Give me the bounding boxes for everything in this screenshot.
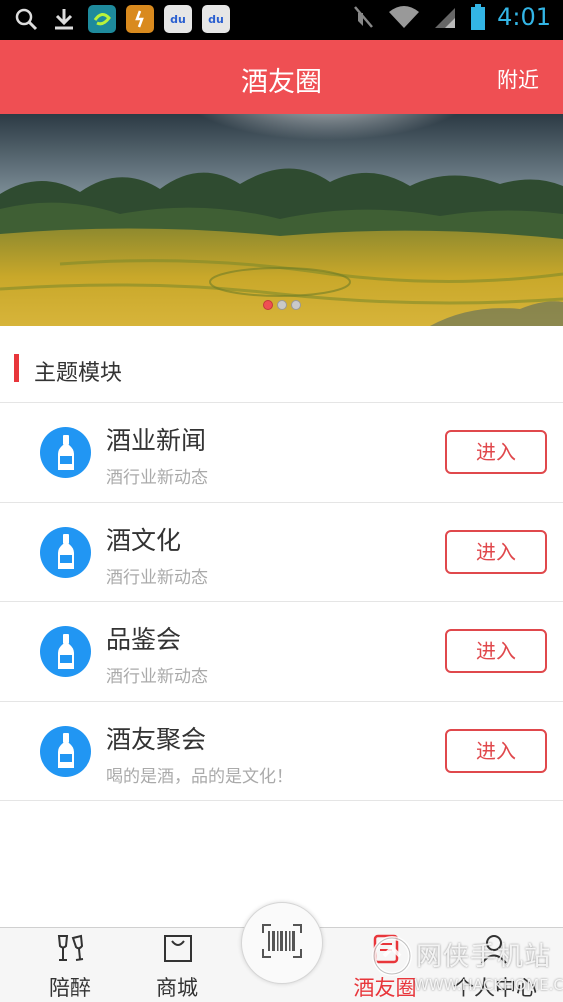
module-title: 品鉴会 bbox=[106, 625, 182, 654]
enter-button[interactable]: 进入 bbox=[445, 629, 547, 673]
app-green-icon bbox=[88, 5, 116, 33]
tab-jiuyouquan[interactable]: 酒友圈 bbox=[340, 928, 430, 1002]
carousel-indicator bbox=[0, 300, 563, 310]
moments-icon bbox=[370, 932, 402, 964]
app-header: 酒友圈 附近 bbox=[0, 40, 563, 114]
carousel-dot[interactable] bbox=[276, 300, 287, 310]
module-item-culture[interactable]: 酒文化 酒行业新动态 进入 bbox=[0, 503, 563, 602]
shopping-bag-icon bbox=[162, 932, 194, 964]
nearby-button[interactable]: 附近 bbox=[497, 64, 539, 94]
enter-button[interactable]: 进入 bbox=[445, 728, 547, 773]
wifi-icon bbox=[387, 3, 421, 31]
tab-label: 个人中心 bbox=[453, 976, 537, 1000]
section-accent-bar bbox=[14, 354, 19, 382]
status-bar: du du 4:01 bbox=[0, 0, 563, 40]
app-orange-icon bbox=[126, 5, 154, 33]
baidu-icon: du bbox=[164, 5, 192, 33]
barcode-scan-icon bbox=[262, 924, 302, 962]
tab-personal-center[interactable]: 个人中心 bbox=[440, 928, 550, 1002]
tab-label: 商城 bbox=[156, 976, 198, 1000]
wine-bottle-icon bbox=[40, 626, 91, 677]
module-title: 酒文化 bbox=[106, 525, 182, 555]
module-item-tasting[interactable]: 品鉴会 酒行业新动态 进入 bbox=[0, 602, 563, 702]
baidu-label: du bbox=[208, 12, 224, 26]
module-title: 酒业新闻 bbox=[106, 426, 207, 455]
clock: 4:01 bbox=[497, 3, 551, 31]
module-subtitle: 酒行业新动态 bbox=[106, 468, 208, 488]
banner-image bbox=[0, 114, 563, 326]
tab-label: 陪醉 bbox=[49, 976, 91, 1000]
page-title: 酒友圈 bbox=[241, 67, 322, 98]
module-title: 酒友聚会 bbox=[106, 724, 207, 754]
wine-bottle-icon bbox=[40, 427, 91, 478]
section-title: 主题模块 bbox=[34, 361, 123, 386]
tab-peizui[interactable]: 陪醉 bbox=[25, 928, 115, 1002]
tab-label: 酒友圈 bbox=[353, 976, 417, 1000]
wine-bottle-icon bbox=[40, 725, 91, 777]
module-subtitle: 喝的是酒，品的是文化！ bbox=[106, 766, 293, 787]
module-subtitle: 酒行业新动态 bbox=[106, 567, 208, 588]
wine-bottle-icon bbox=[40, 526, 91, 578]
baidu-label: du bbox=[170, 12, 186, 26]
scan-button[interactable] bbox=[241, 902, 323, 984]
baidu-icon: du bbox=[202, 5, 230, 33]
enter-button[interactable]: 进入 bbox=[445, 529, 547, 574]
wine-glasses-icon bbox=[55, 932, 87, 964]
banner-carousel[interactable] bbox=[0, 114, 563, 326]
mute-icon bbox=[349, 3, 377, 31]
battery-icon bbox=[469, 3, 487, 31]
signal-icon bbox=[431, 3, 459, 31]
module-item-gathering[interactable]: 酒友聚会 喝的是酒，品的是文化！ 进入 bbox=[0, 702, 563, 801]
download-icon bbox=[50, 5, 78, 33]
notification-icons: du du bbox=[12, 5, 230, 33]
module-list: 酒业新闻 酒行业新动态 进入 酒文化 酒行业新动态 进入 品鉴会 酒行业新动态 … bbox=[0, 403, 563, 801]
system-icons: 4:01 bbox=[349, 3, 551, 31]
carousel-dot[interactable] bbox=[262, 300, 273, 310]
enter-button[interactable]: 进入 bbox=[445, 430, 547, 474]
module-subtitle: 酒行业新动态 bbox=[106, 667, 208, 687]
section-header: 主题模块 bbox=[0, 326, 563, 403]
module-item-news[interactable]: 酒业新闻 酒行业新动态 进入 bbox=[0, 403, 563, 503]
user-icon bbox=[478, 932, 510, 964]
carousel-dot[interactable] bbox=[290, 300, 301, 310]
tab-mall[interactable]: 商城 bbox=[132, 928, 222, 1002]
search-icon bbox=[12, 5, 40, 33]
